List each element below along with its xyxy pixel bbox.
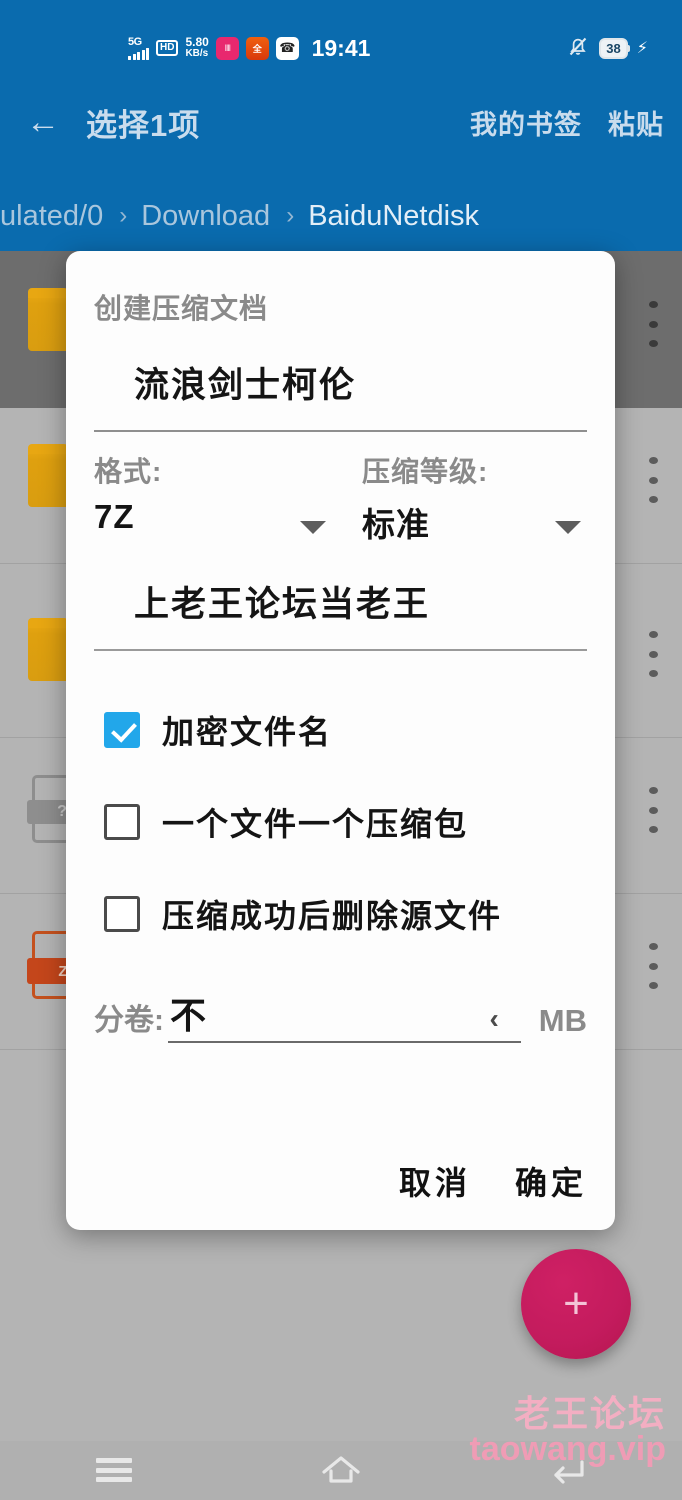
back-arrow-icon[interactable]: ← — [0, 82, 86, 162]
chevron-down-icon[interactable] — [555, 521, 581, 534]
compression-level-dropdown[interactable]: 压缩等级: 标准 — [344, 450, 587, 546]
one-archive-per-file-checkbox[interactable]: 一个文件一个压缩包 — [94, 799, 587, 845]
delete-source-after-checkbox[interactable]: 压缩成功后删除源文件 — [94, 891, 587, 937]
more-vertical-icon[interactable] — [648, 787, 658, 833]
dialog-buttons: 取消 确定 — [355, 1158, 587, 1204]
checkbox-unchecked-icon[interactable] — [104, 896, 140, 932]
bolt-icon: ⚡ — [636, 40, 648, 57]
create-archive-dialog: 创建压缩文档 流浪剑士柯伦 格式: 7Z 压缩等级: 标准 上老王论坛当老王 加… — [66, 251, 615, 1230]
format-dropdown[interactable]: 格式: 7Z — [94, 450, 344, 546]
checkbox-unchecked-icon[interactable] — [104, 804, 140, 840]
checkbox-checked-icon[interactable] — [104, 712, 140, 748]
more-vertical-icon[interactable] — [648, 631, 658, 677]
dialog-title: 创建压缩文档 — [94, 293, 269, 324]
divider — [94, 430, 587, 432]
page-title: 选择1项 — [86, 107, 201, 143]
battery-level: 38 — [599, 37, 631, 59]
breadcrumb[interactable]: ulated/0 › Download › BaiduNetdisk — [0, 192, 682, 240]
watermark-line1: 老王论坛 — [513, 1392, 666, 1434]
watermark: 老王论坛 taowang.vip — [469, 1392, 666, 1469]
plus-icon: + — [563, 1279, 589, 1328]
split-volume-unit: MB — [538, 1003, 587, 1038]
split-volume-value: 不 — [170, 995, 207, 1036]
selection-toolbar: ← 选择1项 我的书签 粘贴 — [0, 82, 682, 162]
compression-level-value: 标准 — [362, 506, 430, 543]
recents-icon — [95, 1458, 132, 1482]
more-vertical-icon[interactable] — [648, 457, 658, 503]
delete-source-after-label: 压缩成功后删除源文件 — [162, 898, 503, 934]
archive-name-input[interactable]: 流浪剑士柯伦 — [94, 357, 587, 408]
more-vertical-icon[interactable] — [648, 943, 658, 989]
status-bar: 5G HD 5.80 KB/s ‖‖ 全 ☎ 19:41 38 ⚡ — [0, 28, 682, 68]
split-volume-label: 分卷: — [94, 1004, 164, 1037]
breadcrumb-item-0[interactable]: ulated/0 — [0, 200, 103, 233]
breadcrumb-item-2[interactable]: BaiduNetdisk — [308, 200, 479, 233]
breadcrumb-item-1[interactable]: Download — [141, 200, 270, 233]
split-volume-row: 分卷: 不 ‹ MB — [94, 993, 587, 1043]
compression-level-label: 压缩等级: — [362, 456, 489, 487]
my-bookmarks-button[interactable]: 我的书签 — [470, 103, 582, 142]
one-archive-per-file-label: 一个文件一个压缩包 — [162, 806, 469, 842]
password-input[interactable]: 上老王论坛当老王 — [94, 576, 587, 627]
chevron-down-icon[interactable] — [300, 521, 326, 534]
home-icon — [320, 1455, 362, 1485]
more-vertical-icon[interactable] — [648, 301, 658, 347]
split-volume-input[interactable]: 不 ‹ — [168, 993, 521, 1043]
chevron-left-icon[interactable]: ‹ — [489, 1003, 498, 1035]
chevron-right-icon: › — [119, 202, 128, 229]
recents-button[interactable] — [0, 1440, 227, 1500]
add-fab-button[interactable]: + — [521, 1249, 631, 1359]
paste-button[interactable]: 粘贴 — [608, 103, 664, 142]
encrypt-filenames-checkbox[interactable]: 加密文件名 — [94, 707, 587, 753]
watermark-line2: taowang.vip — [469, 1430, 666, 1469]
chevron-right-icon: › — [286, 202, 295, 229]
format-level-row: 格式: 7Z 压缩等级: 标准 — [94, 450, 587, 546]
status-bar-right: 38 ⚡ — [566, 28, 648, 68]
confirm-button[interactable]: 确定 — [515, 1158, 587, 1204]
divider — [94, 649, 587, 651]
encrypt-filenames-label: 加密文件名 — [162, 714, 333, 750]
phone-screen: ? Z 5G HD 5.80 KB/s ‖‖ 全 ☎ 19:41 38 ⚡ ← … — [0, 0, 682, 1500]
home-button[interactable] — [227, 1440, 454, 1500]
bell-off-icon — [566, 34, 590, 63]
app-bar: 5G HD 5.80 KB/s ‖‖ 全 ☎ 19:41 38 ⚡ ← 选择1项… — [0, 0, 682, 251]
format-label: 格式: — [94, 456, 163, 487]
cancel-button[interactable]: 取消 — [399, 1158, 471, 1204]
